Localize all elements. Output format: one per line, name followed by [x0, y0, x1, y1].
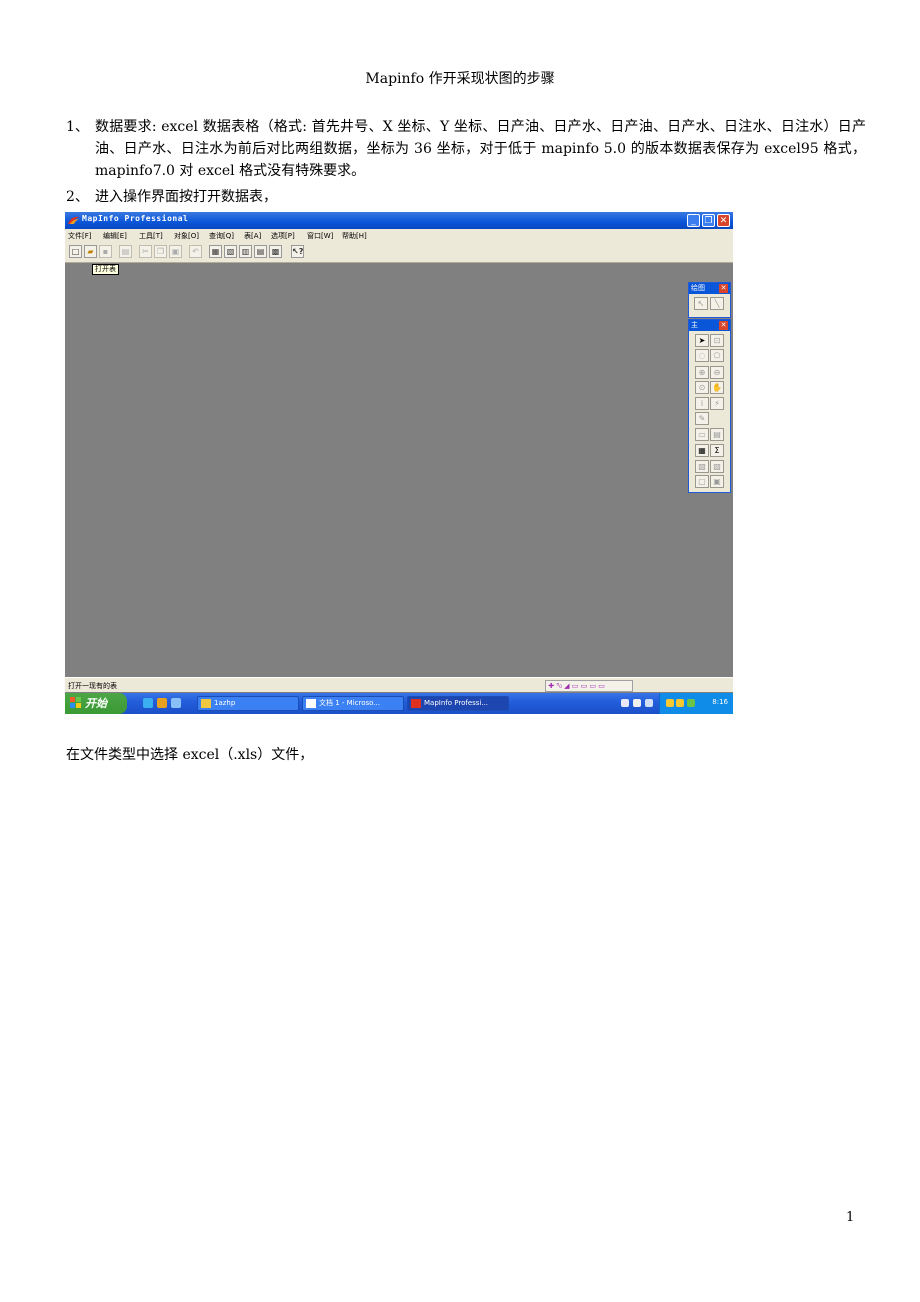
- word-document-icon: [306, 699, 316, 708]
- drag-window-icon[interactable]: ▭: [695, 428, 709, 441]
- start-label: 开始: [85, 697, 107, 710]
- radius-select-icon[interactable]: ◌: [695, 349, 709, 362]
- item-text: 进入操作界面按打开数据表，: [95, 189, 277, 205]
- new-grapher-icon[interactable]: ▥: [239, 245, 252, 258]
- task-word[interactable]: 文档 1 - Microso...: [302, 696, 404, 711]
- clip-region-icon[interactable]: ▢: [695, 475, 709, 488]
- list-item: 1、 数据要求: excel 数据表格（格式: 首先井号、X 坐标、Y 坐标、日…: [66, 116, 866, 182]
- legend-icon[interactable]: ▧: [695, 460, 709, 473]
- mini-toolbar: ✚ ⁸₀ ◢ ▭ ▭ ▭ ▭: [545, 680, 633, 692]
- menu-help[interactable]: 帮助[H]: [342, 231, 367, 241]
- cut-icon[interactable]: ✂: [139, 245, 152, 258]
- close-icon[interactable]: ✕: [719, 321, 728, 330]
- polygon-select-icon[interactable]: ⬠: [710, 349, 724, 362]
- menu-options[interactable]: 选项[P]: [271, 231, 295, 241]
- main-palette: 主 ✕ ➤ ⊡ ◌ ⬠ ⊕ ⊖ ⊙ ✋ i ⚡ ✎ ▭ ▤ ▦ Σ ▧ ▨ ▢ ▣: [688, 319, 731, 493]
- copy-icon[interactable]: ❐: [154, 245, 167, 258]
- set-target-icon[interactable]: ▣: [710, 475, 724, 488]
- new-browser-icon[interactable]: ▦: [209, 245, 222, 258]
- hotlink-icon[interactable]: ⚡: [710, 397, 724, 410]
- tray-pen-icon[interactable]: [633, 699, 641, 707]
- item-text: 数据要求: excel 数据表格（格式: 首先井号、X 坐标、Y 坐标、日产油、…: [95, 119, 866, 179]
- grabber-hand-icon[interactable]: ✋: [710, 381, 724, 394]
- layer-control-icon[interactable]: ▤: [710, 428, 724, 441]
- mapinfo-icon: [411, 699, 421, 708]
- media-quicklaunch-icon[interactable]: [157, 698, 167, 708]
- close-icon[interactable]: ✕: [719, 284, 728, 293]
- label-tool-icon[interactable]: ✎: [695, 412, 709, 425]
- desktop-quicklaunch-icon[interactable]: [171, 698, 181, 708]
- mapinfo-screenshot: MapInfo Professional _ ❐ ✕ 文件[F] 编辑[E] 工…: [65, 212, 733, 714]
- page-number: 1: [846, 1210, 855, 1225]
- new-mapper-icon[interactable]: ▧: [224, 245, 237, 258]
- tray-network-icon[interactable]: [645, 699, 653, 707]
- status-bar: 打开一现有的表 ✚ ⁸₀ ◢ ▭ ▭ ▭ ▭: [65, 677, 733, 692]
- ie-quicklaunch-icon[interactable]: [143, 698, 153, 708]
- ruler-icon[interactable]: ▦: [695, 444, 709, 457]
- clock: 8:16: [712, 698, 728, 706]
- menu-window[interactable]: 窗口[W]: [307, 231, 333, 241]
- save-icon[interactable]: ▪: [99, 245, 112, 258]
- change-view-icon[interactable]: ⊙: [695, 381, 709, 394]
- marquee-select-icon[interactable]: ⊡: [710, 334, 724, 347]
- open-folder-icon[interactable]: ▰: [84, 245, 97, 258]
- task-mapinfo[interactable]: MapInfo Professi...: [407, 696, 509, 711]
- thematic-icon[interactable]: ▨: [710, 460, 724, 473]
- menu-bar: 文件[F] 编辑[E] 工具[T] 对象[O] 查询[Q] 表[A] 选项[P]…: [65, 229, 733, 242]
- task-folder[interactable]: 1azhp: [197, 696, 299, 711]
- system-tray: 8:16: [659, 693, 733, 714]
- status-text: 打开一现有的表: [68, 682, 117, 690]
- palette-title: 绘图 ✕: [689, 283, 730, 294]
- document-title: Mapinfo 作开采现状图的步骤: [365, 71, 555, 87]
- tooltip: 打开表: [92, 264, 119, 275]
- tray-app-icon[interactable]: [621, 699, 629, 707]
- item-number: 1、: [66, 119, 89, 135]
- windows-logo-icon: [70, 697, 81, 708]
- menu-query[interactable]: 查询[Q]: [209, 231, 234, 241]
- tray-security2-icon[interactable]: [676, 699, 684, 707]
- redistrict-icon[interactable]: ▩: [269, 245, 282, 258]
- tray-security-icon[interactable]: [666, 699, 674, 707]
- paragraph: 在文件类型中选择 excel（.xls）文件，: [66, 747, 314, 763]
- start-button[interactable]: 开始: [65, 693, 127, 714]
- window-title: MapInfo Professional: [82, 214, 189, 223]
- palette-title: 主 ✕: [689, 320, 730, 331]
- zoom-in-icon[interactable]: ⊕: [695, 366, 709, 379]
- print-icon[interactable]: ▤: [119, 245, 132, 258]
- paste-icon[interactable]: ▣: [169, 245, 182, 258]
- main-toolbar: □ ▰ ▪ ▤ ✂ ❐ ▣ ↶ ▦ ▧ ▥ ▤ ▩ ↖?: [65, 242, 733, 263]
- menu-tools[interactable]: 工具[T]: [139, 231, 163, 241]
- menu-table[interactable]: 表[A]: [244, 231, 261, 241]
- symbol-tool-icon[interactable]: ↖: [694, 297, 708, 310]
- statistics-sigma-icon[interactable]: Σ: [710, 444, 724, 457]
- new-file-icon[interactable]: □: [69, 245, 82, 258]
- zoom-out-icon[interactable]: ⊖: [710, 366, 724, 379]
- menu-file[interactable]: 文件[F]: [68, 231, 92, 241]
- mapinfo-logo-icon: [68, 216, 79, 224]
- folder-icon: [201, 699, 211, 708]
- restore-button[interactable]: ❐: [702, 214, 715, 227]
- menu-objects[interactable]: 对象[O]: [174, 231, 199, 241]
- list-item: 2、 进入操作界面按打开数据表，: [66, 186, 866, 208]
- taskbar: 开始 1azhp 文档 1 - Microso... MapInfo Profe…: [65, 693, 733, 714]
- close-button[interactable]: ✕: [717, 214, 730, 227]
- menu-edit[interactable]: 编辑[E]: [103, 231, 127, 241]
- drawing-palette: 绘图 ✕ ↖ ╲: [688, 282, 731, 318]
- window-titlebar: MapInfo Professional _ ❐ ✕: [65, 212, 733, 229]
- info-tool-icon[interactable]: i: [695, 397, 709, 410]
- tray-update-icon[interactable]: [687, 699, 695, 707]
- select-arrow-icon[interactable]: ➤: [695, 334, 709, 347]
- line-tool-icon[interactable]: ╲: [710, 297, 724, 310]
- item-number: 2、: [66, 189, 89, 205]
- help-pointer-icon[interactable]: ↖?: [291, 245, 304, 258]
- new-layout-icon[interactable]: ▤: [254, 245, 267, 258]
- minimize-button[interactable]: _: [687, 214, 700, 227]
- undo-icon[interactable]: ↶: [189, 245, 202, 258]
